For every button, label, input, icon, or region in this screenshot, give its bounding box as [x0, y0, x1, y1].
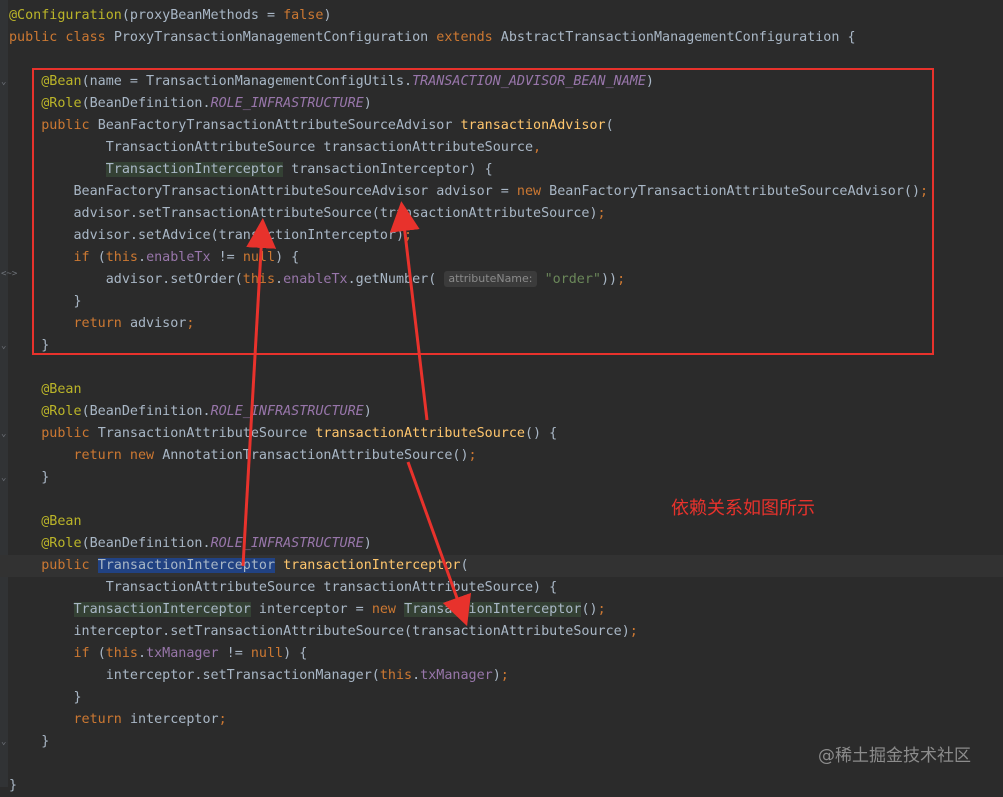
arrow-source-to-interceptor: [406, 461, 472, 627]
annotation-note: 依赖关系如图所示: [671, 498, 815, 519]
dependency-arrows: [241, 201, 472, 627]
code-editor[interactable]: ⌄⌄⌄⌄⌄⌄ @Configuration(proxyBeanMethods =…: [0, 0, 1003, 793]
arrow-interceptor-to-advice: [241, 218, 277, 567]
watermark: @稀土掘金技术社区: [818, 746, 971, 766]
arrow-source-to-advisor: [389, 201, 429, 421]
